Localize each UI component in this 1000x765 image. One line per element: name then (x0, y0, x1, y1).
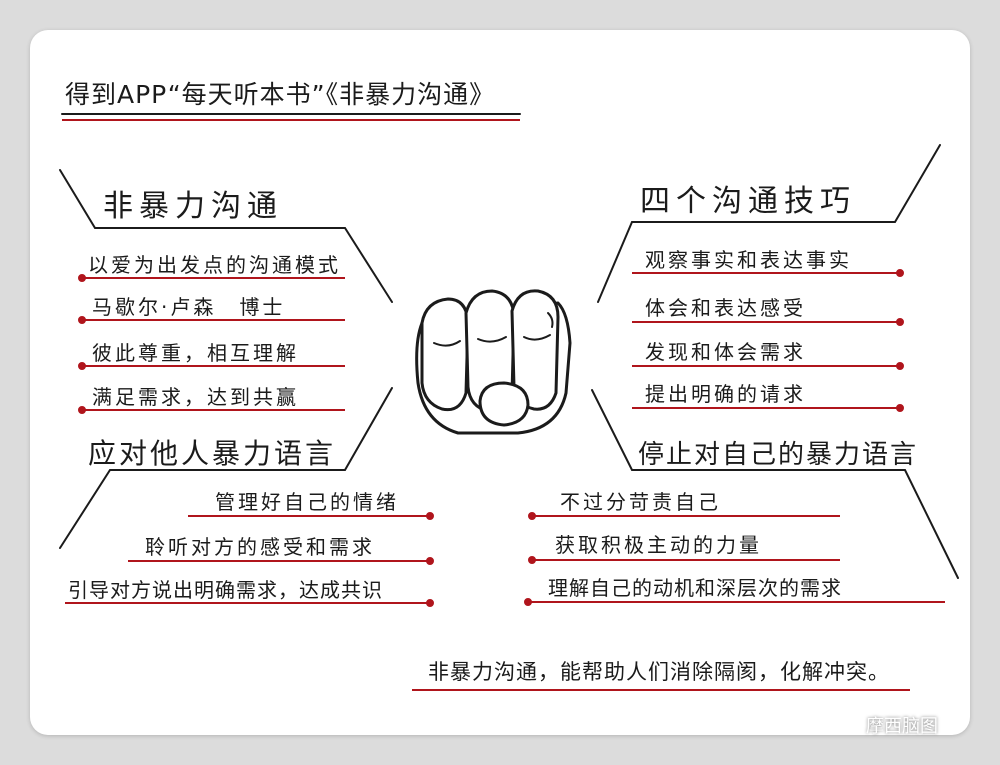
skills-item-2: 体会和表达感受 (645, 296, 806, 320)
nvc-item-3: 彼此尊重，相互理解 (92, 341, 299, 365)
skills-item-3: 发现和体会需求 (645, 340, 806, 364)
self-item-3: 理解自己的动机和深层次的需求 (548, 576, 842, 600)
nvc-item-4: 满足需求，达到共赢 (92, 385, 299, 409)
wechat-icon (840, 716, 862, 733)
nvc-item-2: 马歇尔·卢森 博士 (92, 295, 286, 319)
self-item-2: 获取积极主动的力量 (555, 533, 762, 557)
section-title-skills: 四个沟通技巧 (640, 184, 856, 219)
others-item-3: 引导对方说出明确需求，达成共识 (68, 578, 383, 602)
nvc-item-1: 以爱为出发点的沟通模式 (88, 253, 341, 277)
self-item-1: 不过分苛责自己 (560, 490, 721, 514)
skills-item-4: 提出明确的请求 (645, 382, 806, 406)
section-title-nvc: 非暴力沟通 (103, 189, 283, 224)
section-title-others: 应对他人暴力语言 (88, 437, 337, 470)
fist-icon (415, 289, 572, 435)
others-item-2: 聆听对方的感受和需求 (145, 535, 375, 559)
page-title: 得到APP“每天听本书”《非暴力沟通》 (65, 80, 496, 109)
watermark-text: 摩西脑图 (866, 716, 938, 737)
watermark: 摩西脑图 (840, 712, 938, 738)
section-title-self: 停止对自己的暴力语言 (638, 440, 919, 470)
conclusion-text: 非暴力沟通，能帮助人们消除隔阂，化解冲突。 (428, 660, 890, 684)
others-item-1: 管理好自己的情绪 (215, 490, 399, 514)
skills-item-1: 观察事实和表达事实 (645, 248, 852, 272)
branch-skills (597, 144, 941, 303)
